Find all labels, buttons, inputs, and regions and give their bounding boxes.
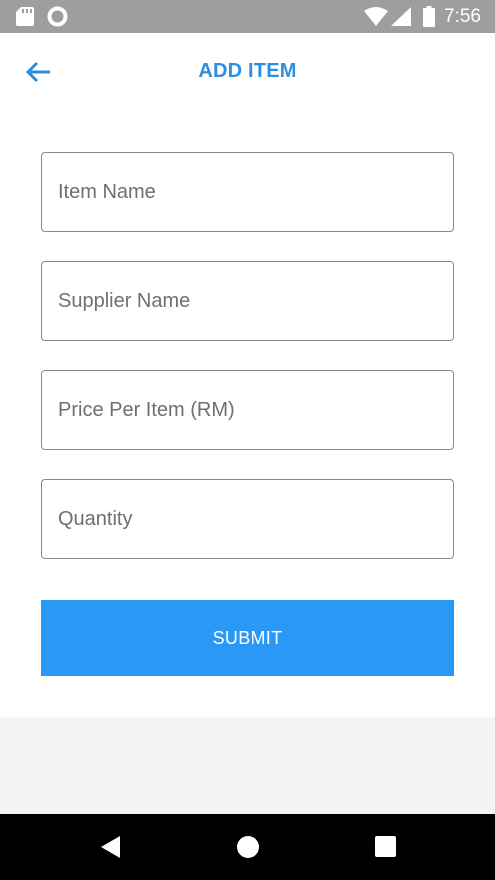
price-per-item-input[interactable] (42, 371, 453, 449)
supplier-name-field[interactable] (41, 261, 454, 341)
item-name-field[interactable] (41, 152, 454, 232)
empty-area (0, 717, 495, 814)
nav-home-icon[interactable] (235, 834, 261, 860)
quantity-field[interactable] (41, 479, 454, 559)
add-item-form: SUBMIT (0, 109, 495, 717)
supplier-name-input[interactable] (42, 262, 453, 340)
nav-back-icon[interactable] (98, 834, 124, 860)
submit-button[interactable]: SUBMIT (41, 600, 454, 676)
signal-icon (391, 7, 411, 26)
status-time: 7:56 (444, 6, 481, 27)
battery-icon (423, 6, 435, 27)
system-nav-bar (0, 814, 495, 880)
wifi-icon (364, 7, 388, 26)
item-name-input[interactable] (42, 153, 453, 231)
price-per-item-field[interactable] (41, 370, 454, 450)
page-title: ADD ITEM (198, 60, 297, 82)
circle-icon (47, 6, 68, 27)
status-bar: 7:56 (0, 0, 495, 33)
sd-card-icon (16, 7, 34, 26)
screen: 7:56 ADD ITEM SUBMIT (0, 0, 495, 880)
quantity-input[interactable] (42, 480, 453, 558)
app-header: ADD ITEM (0, 33, 495, 109)
nav-recent-icon[interactable] (373, 834, 399, 860)
